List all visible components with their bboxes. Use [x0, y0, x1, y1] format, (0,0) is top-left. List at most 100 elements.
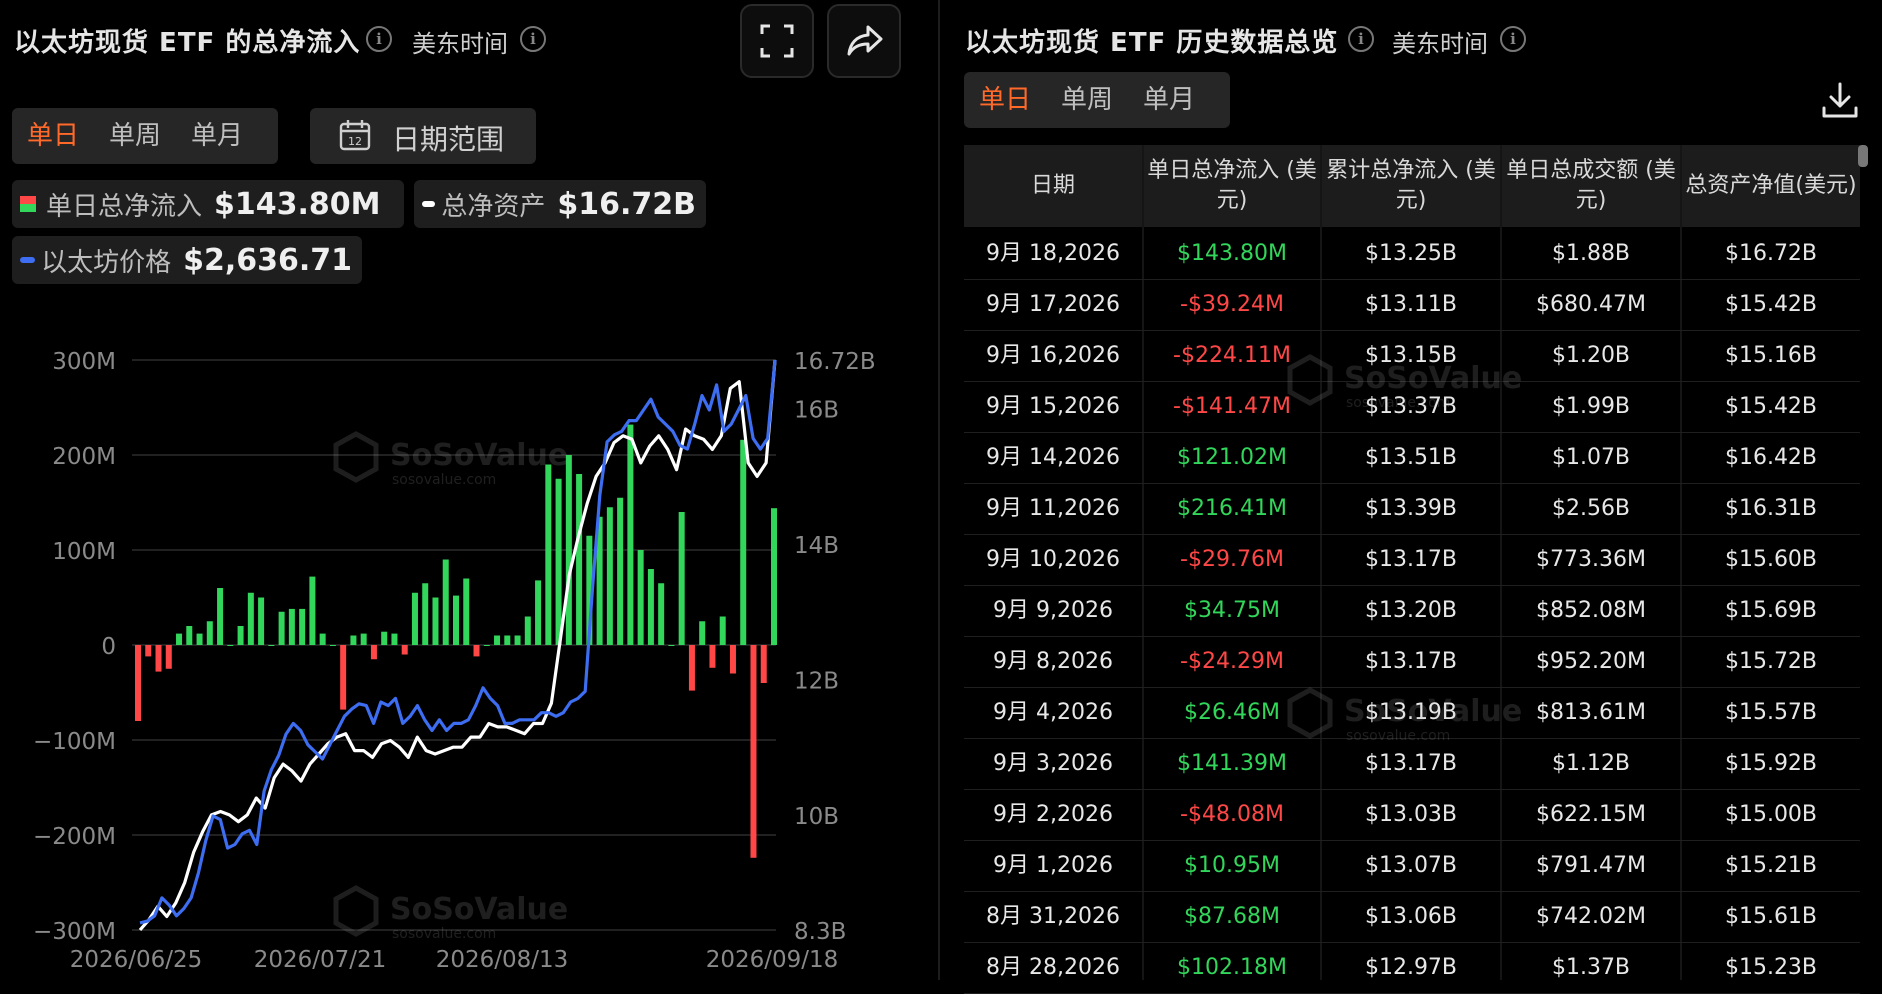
cell-daily-volume: $1.88B — [1551, 241, 1631, 266]
flow-bar — [688, 645, 695, 691]
tab-weekly[interactable]: 单周 — [1046, 74, 1128, 126]
flow-bar — [637, 550, 644, 645]
cell-daily-volume: $2.56B — [1551, 496, 1631, 521]
cell-daily-inflow: $10.95M — [1184, 853, 1280, 878]
chart-title-text: 以太坊现货 ETF 的总净流入 — [14, 28, 361, 58]
table-row[interactable]: 9月 10,2026 -$29.76M $13.17B $773.36M $15.60B — [964, 535, 1860, 586]
legend-daily-net-inflow[interactable]: 单日总净流入 $143.80M — [12, 180, 404, 228]
share-button[interactable] — [827, 4, 901, 78]
fullscreen-icon — [760, 24, 794, 58]
table-row[interactable]: 9月 1,2026 $10.95M $13.07B $791.47M $15.21B — [964, 841, 1860, 892]
table-header: 日期 单日总净流入 (美元) 累计总净流入 (美元) 单日总成交额 (美元) 总… — [964, 145, 1860, 227]
flow-bar — [535, 580, 542, 645]
tab-weekly[interactable]: 单周 — [94, 110, 176, 162]
cell-nav: $16.42B — [1724, 445, 1818, 470]
flow-bar — [206, 621, 213, 645]
tab-monthly[interactable]: 单月 — [1128, 74, 1210, 126]
flow-bar — [668, 645, 675, 646]
fullscreen-button[interactable] — [740, 4, 814, 78]
timezone-label: 美东时间 — [1392, 30, 1488, 58]
cell-daily-volume: $1.07B — [1551, 445, 1631, 470]
blue-line-swatch-icon — [20, 257, 36, 263]
cell-daily-inflow: -$24.29M — [1180, 649, 1284, 674]
flow-bar — [453, 595, 459, 645]
flow-bar — [545, 464, 552, 645]
table-row[interactable]: 9月 15,2026 -$141.47M $13.37B $1.99B $15.42B — [964, 382, 1860, 433]
table-scrollbar[interactable] — [1858, 145, 1868, 167]
flow-bar — [268, 645, 275, 646]
cell-nav: $15.60B — [1724, 547, 1818, 572]
table-row[interactable]: 9月 18,2026 $143.80M $13.25B $1.88B $16.72B — [964, 229, 1860, 280]
flow-bar — [247, 592, 254, 645]
cell-nav: $15.00B — [1724, 802, 1818, 827]
flow-bar — [432, 597, 439, 645]
info-icon[interactable]: i — [1348, 26, 1374, 52]
flow-bar — [227, 645, 234, 646]
table-row[interactable]: 9月 17,2026 -$39.24M $13.11B $680.47M $15.42B — [964, 280, 1860, 331]
flow-bar — [555, 478, 562, 645]
flow-bar — [329, 645, 336, 646]
tab-daily[interactable]: 单日 — [12, 110, 94, 162]
cell-nav: $15.72B — [1724, 649, 1818, 674]
legend-eth-price[interactable]: 以太坊价格 $2,636.71 — [12, 236, 362, 284]
table-row[interactable]: 9月 14,2026 $121.02M $13.51B $1.07B $16.42B — [964, 433, 1860, 484]
cell-date: 9月 9,2026 — [993, 598, 1113, 623]
left-axis-tick-label: 0 — [101, 634, 116, 660]
flow-bar — [319, 633, 326, 645]
flow-bar — [678, 512, 685, 645]
table-title-text: 以太坊现货 ETF 历史数据总览 — [965, 28, 1339, 58]
table-period-tabs: 单日 单周 单月 — [964, 72, 1230, 128]
flow-bar — [278, 611, 285, 645]
table-row[interactable]: 9月 2,2026 -$48.08M $13.03B $622.15M $15.00B — [964, 790, 1860, 841]
flow-bar — [401, 645, 408, 655]
cell-daily-volume: $852.08M — [1536, 598, 1646, 623]
cell-cumulative-inflow: $13.37B — [1364, 394, 1458, 419]
legend-total-net-assets[interactable]: 总净资产 $16.72B — [414, 180, 706, 228]
date-range-button[interactable]: 12 日期范围 — [310, 108, 536, 164]
right-axis-tick-label: 12B — [794, 669, 839, 695]
cell-nav: $15.57B — [1724, 700, 1818, 725]
flow-bar — [176, 633, 183, 645]
cell-date: 9月 11,2026 — [986, 496, 1120, 521]
table-row[interactable]: 9月 11,2026 $216.41M $13.39B $2.56B $16.31B — [964, 484, 1860, 535]
table-row[interactable]: 8月 31,2026 $87.68M $13.06B $742.02M $15.61B — [964, 892, 1860, 943]
col-header-nav[interactable]: 总资产净值(美元) — [1682, 145, 1860, 227]
col-header-cumulative-inflow[interactable]: 累计总净流入 (美元) — [1322, 145, 1500, 227]
legend-value: $143.80M — [214, 186, 381, 222]
flow-bar — [576, 474, 583, 645]
table-row[interactable]: 9月 3,2026 $141.39M $13.17B $1.12B $15.92B — [964, 739, 1860, 790]
tab-daily[interactable]: 单日 — [964, 74, 1046, 126]
timezone-info-icon[interactable]: i — [1500, 26, 1526, 52]
download-icon[interactable] — [1820, 80, 1860, 120]
table-row[interactable]: 9月 9,2026 $34.75M $13.20B $852.08M $15.69B — [964, 586, 1860, 637]
cell-daily-inflow: -$141.47M — [1173, 394, 1291, 419]
table-row[interactable]: 9月 16,2026 -$224.11M $13.15B $1.20B $15.16B — [964, 331, 1860, 382]
tab-monthly[interactable]: 单月 — [176, 110, 258, 162]
left-axis-tick-label: −200M — [33, 824, 116, 850]
cell-date: 9月 15,2026 — [986, 394, 1120, 419]
table-row[interactable]: 9月 4,2026 $26.46M $13.19B $813.61M $15.57B — [964, 688, 1860, 739]
cell-daily-volume: $1.12B — [1551, 751, 1631, 776]
cell-date: 8月 28,2026 — [986, 955, 1120, 980]
col-header-daily-inflow[interactable]: 单日总净流入 (美元) — [1144, 145, 1320, 227]
cell-daily-inflow: $26.46M — [1184, 700, 1280, 725]
col-header-date[interactable]: 日期 — [964, 145, 1142, 227]
inflow-swatch-icon — [20, 196, 36, 212]
table-row[interactable]: 9月 8,2026 -$24.29M $13.17B $952.20M $15.72B — [964, 637, 1860, 688]
watermark-url: sosovalue.com — [392, 472, 496, 488]
etf-flow-chart[interactable]: SoSoValuesosovalue.comSoSoValuesosovalue… — [0, 330, 938, 980]
cell-date: 9月 17,2026 — [986, 292, 1120, 317]
cell-daily-volume: $1.99B — [1551, 394, 1631, 419]
col-header-daily-volume[interactable]: 单日总成交额 (美元) — [1502, 145, 1680, 227]
table-row[interactable]: 8月 28,2026 $102.18M $12.97B $1.37B $15.23B — [964, 943, 1860, 994]
cell-cumulative-inflow: $13.19B — [1364, 700, 1458, 725]
etf-flow-chart-panel: 以太坊现货 ETF 的总净流入 i 美东时间 i 单日 单周 单月 12 日期范… — [0, 0, 938, 980]
info-icon[interactable]: i — [366, 26, 392, 52]
flow-bar — [340, 645, 347, 710]
cell-daily-volume: $952.20M — [1536, 649, 1646, 674]
flow-bar — [217, 588, 224, 645]
left-axis-tick-label: 100M — [52, 539, 116, 565]
flow-bar — [740, 439, 747, 645]
left-axis-tick-label: −100M — [33, 729, 116, 755]
timezone-info-icon[interactable]: i — [520, 26, 546, 52]
